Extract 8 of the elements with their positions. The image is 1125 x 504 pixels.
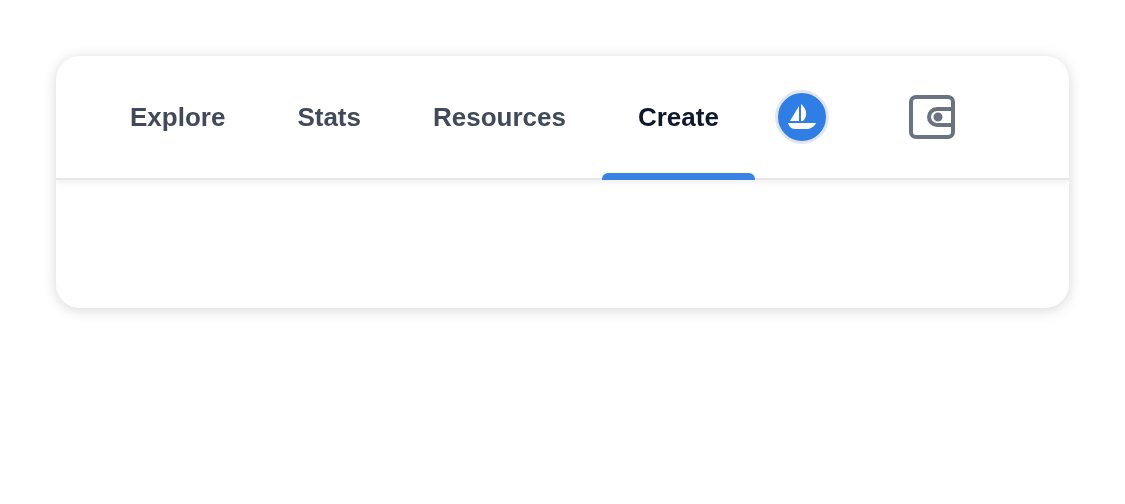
logo-avatar[interactable] [774, 90, 829, 144]
nav-tab[interactable]: Stats [261, 56, 397, 178]
nav-tab[interactable]: Create [601, 56, 755, 178]
nav-tab[interactable]: Resources [396, 56, 602, 178]
wallet-button[interactable] [908, 94, 955, 140]
sailboat-icon [786, 104, 817, 130]
nav-tab[interactable]: Explore [94, 56, 262, 178]
wallet-icon [908, 95, 955, 139]
